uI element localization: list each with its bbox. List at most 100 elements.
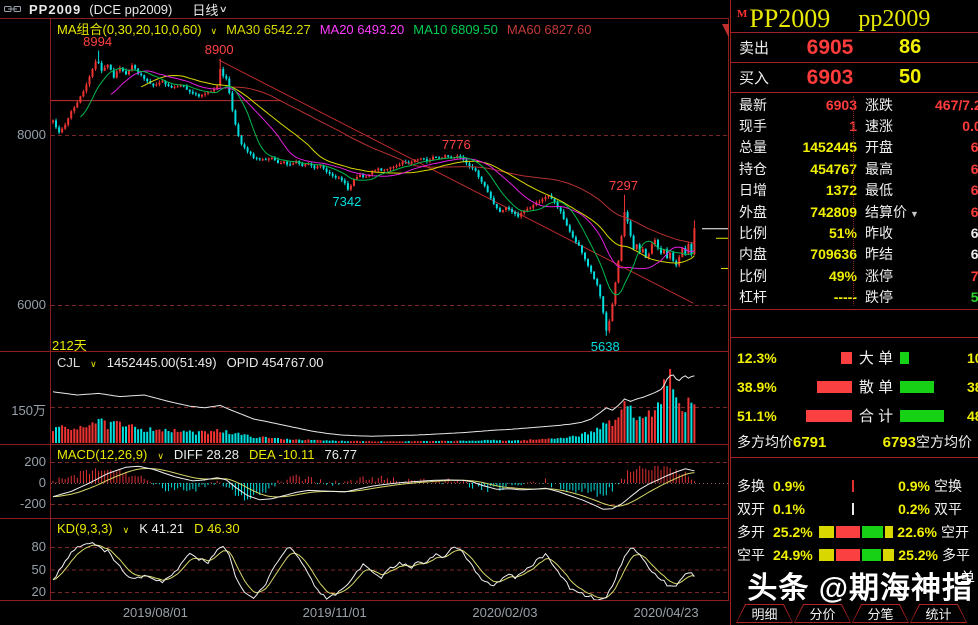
field-label: 现手 [739, 118, 767, 135]
field-value: 467/7.26% [935, 96, 978, 113]
field-label: 速涨 [865, 118, 893, 135]
axis-tick-label: -200 [19, 496, 46, 511]
flow-value: 0.9% [773, 477, 805, 494]
price-annotation: 5638 [590, 338, 620, 354]
ratio-label: 散 单 [858, 379, 894, 396]
dea-value: DEA -10.11 [248, 447, 315, 462]
ma-legend[interactable]: MA组合(0,30,20,10,0,60) ∨ MA30 6542.27 MA20 6… [57, 19, 600, 38]
ma30-value: MA30 6542.27 [226, 22, 311, 37]
avg-price-row: 多方均价6791 6793空方均价 [731, 430, 978, 452]
flow-label: 空开 [941, 523, 969, 540]
settlement-dropdown-icon[interactable]: ▼ [910, 209, 919, 219]
flow-label: 双平 [934, 500, 962, 517]
field-value: 6791 [970, 203, 978, 220]
price-annotation: 8994 [83, 33, 113, 49]
period-label: 日线 [192, 2, 219, 18]
field-label: 跌停 [865, 289, 893, 306]
opid-value: OPID 454767.00 [226, 355, 324, 370]
flow-row: 多开 25.2% 22.6% 空开 [731, 520, 978, 543]
flow-bar [819, 502, 886, 515]
field-label: 比例 [739, 225, 767, 242]
axis-tick-label: 200 [24, 454, 46, 469]
field-label: 开盘 [865, 139, 893, 156]
link-icon [4, 4, 21, 14]
axis-tick-label: 80 [31, 539, 46, 554]
short-avg-label: 空方均价 [916, 434, 972, 450]
watermark-bold: 头条 [747, 572, 810, 605]
macd-label[interactable]: MACD(12,26,9) [57, 447, 147, 462]
field-value: 49% [828, 267, 857, 284]
field-value: 5857 [970, 289, 978, 306]
kd-legend[interactable]: KD(9,3,3) ∨ K 41.21 D 46.30 [57, 521, 250, 536]
flow-label: 空换 [934, 477, 962, 494]
ma10-value: MA10 6809.50 [413, 22, 498, 37]
field-label: 昨收 [865, 225, 893, 242]
field-label: 昨结 [865, 246, 893, 263]
symbol-title: PP2009 [29, 1, 82, 17]
volume-legend[interactable]: CJL ∨ 1452445.00(51:49) OPID 454767.00 [57, 355, 333, 370]
ma20-value: MA20 6493.20 [319, 22, 405, 37]
bid-label: 买入 [739, 70, 770, 87]
flow-value: 0.1% [773, 500, 805, 517]
chevron-down-icon: ∨ [219, 3, 229, 14]
x-axis-date: 2019/08/01 [122, 605, 188, 620]
watermark-rest: @期海神指 [809, 572, 973, 605]
kd-label[interactable]: KD(9,3,3) [57, 521, 113, 536]
axis-tick-label: 8000 [17, 127, 46, 142]
field-label: 涨停 [865, 267, 893, 284]
field-value: 454767 [810, 160, 857, 177]
field-label: 杠杆 [739, 289, 767, 306]
quote-row: 杠杆 ----- 跌停 5857 [731, 287, 978, 308]
field-label: 最高 [865, 160, 893, 177]
flow-bar [819, 479, 886, 492]
chevron-down-icon: ∨ [122, 525, 130, 535]
quote-panel: M PP2009 pp2009 卖出 6905 86 买入 6903 50 最新… [730, 0, 978, 625]
watermark: 头条 @期海神指 [747, 563, 973, 607]
quote-row: 外盘 742809 结算价▼ 6791 [731, 201, 978, 222]
period-selector[interactable]: 日线 ∨ [192, 0, 229, 19]
field-value: 1372 [825, 182, 857, 199]
flow-row: 双开 0.1% 0.2% 双平 [731, 497, 978, 520]
quote-title: M PP2009 pp2009 [731, 0, 978, 33]
field-value: 6903 [825, 96, 857, 113]
field-label: 最低 [865, 182, 893, 199]
ask-label: 卖出 [739, 40, 770, 57]
field-label: 比例 [739, 267, 767, 284]
flow-bar [819, 525, 893, 538]
x-axis-date: 2020/04/23 [633, 605, 699, 620]
macd-legend[interactable]: MACD(12,26,9) ∨ DIFF 28.28 DEA -10.11 76.77 [57, 447, 367, 462]
flow-row: 多换 0.9% 0.9% 空换 [731, 474, 978, 497]
flow-label: 多平 [942, 546, 970, 563]
field-label: 持仓 [739, 160, 767, 177]
ask-price[interactable]: 6905 [789, 36, 871, 60]
ratio-label: 大 单 [858, 350, 894, 367]
field-value: 1452445 [802, 139, 857, 156]
field-label: 最新 [739, 96, 767, 113]
field-value: 7015 [970, 267, 978, 284]
panel-divider [731, 310, 978, 338]
flow-value: 24.9% [773, 546, 813, 563]
flow-value: 0.2% [898, 500, 930, 517]
flow-value: 22.6% [897, 523, 937, 540]
axis-tick-label: 20 [31, 584, 46, 599]
field-value: 6436 [970, 246, 978, 263]
cjl-label[interactable]: CJL [57, 355, 80, 370]
long-ratio-bar [785, 409, 853, 422]
field-value: 51% [828, 225, 857, 242]
field-value: 6491 [970, 225, 978, 242]
price-annotation: 7776 [441, 137, 471, 153]
field-value: 6588 [970, 182, 978, 199]
quote-row: 持仓 454767 最高 6995 [731, 158, 978, 179]
quote-grid: 最新 6903 涨跌 467/7.26% 现手 1 速涨 0.07% 总量 1452445 开盘 65… [731, 93, 978, 310]
price-annotation: 7342 [332, 193, 362, 209]
flow-label: 多换 [737, 477, 765, 494]
long-avg-value: 6791 [793, 434, 827, 451]
flow-value: 25.2% [773, 523, 813, 540]
price-annotation: 8900 [204, 41, 234, 57]
axis-tick-label: 0 [38, 475, 46, 490]
period-count-label: 212天 [52, 338, 87, 353]
bid-price[interactable]: 6903 [789, 66, 871, 90]
quote-row: 比例 51% 昨收 6491 [731, 222, 978, 243]
short-avg-value: 6793 [882, 434, 916, 451]
short-ratio-bar [899, 351, 967, 364]
